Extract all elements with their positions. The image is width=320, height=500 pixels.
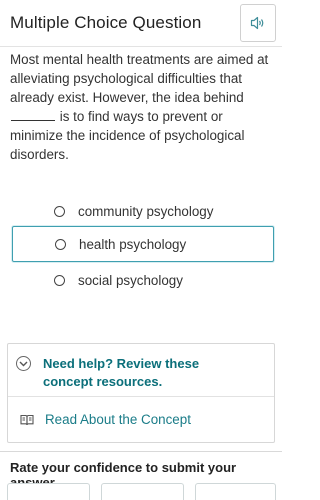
read-concept-link[interactable]: Read About the Concept: [20, 412, 191, 427]
confidence-button-medium[interactable]: [101, 483, 184, 500]
radio-button[interactable]: [55, 238, 66, 250]
option-community-psychology[interactable]: community psychology: [12, 193, 274, 229]
page-title: Multiple Choice Question: [10, 13, 202, 32]
radio-button[interactable]: [54, 205, 65, 217]
question-text-before: Most mental health treatments are aimed …: [10, 52, 269, 105]
question-header: Multiple Choice Question: [0, 0, 282, 46]
option-health-psychology[interactable]: health psychology: [12, 226, 274, 262]
book-icon: [20, 414, 34, 425]
help-toggle[interactable]: Need help? Review these concept resource…: [16, 355, 243, 391]
option-label: health psychology: [79, 236, 187, 252]
header-divider: [0, 46, 282, 47]
radio-button[interactable]: [54, 274, 65, 286]
help-panel: Need help? Review these concept resource…: [7, 343, 275, 443]
help-toggle-label: Need help? Review these concept resource…: [43, 356, 200, 389]
read-aloud-button[interactable]: [240, 4, 276, 42]
confidence-button-high[interactable]: [195, 483, 276, 500]
confidence-divider: [0, 451, 282, 452]
question-text: Most mental health treatments are aimed …: [10, 50, 276, 164]
option-social-psychology[interactable]: social psychology: [12, 262, 274, 298]
speaker-icon: [250, 16, 264, 30]
answer-blank: [11, 110, 55, 121]
help-divider: [8, 396, 274, 397]
option-label: community psychology: [78, 203, 214, 219]
option-label: social psychology: [78, 272, 183, 288]
chevron-down-icon: [16, 356, 31, 371]
confidence-button-low[interactable]: [7, 483, 90, 500]
read-concept-label: Read About the Concept: [45, 412, 191, 427]
